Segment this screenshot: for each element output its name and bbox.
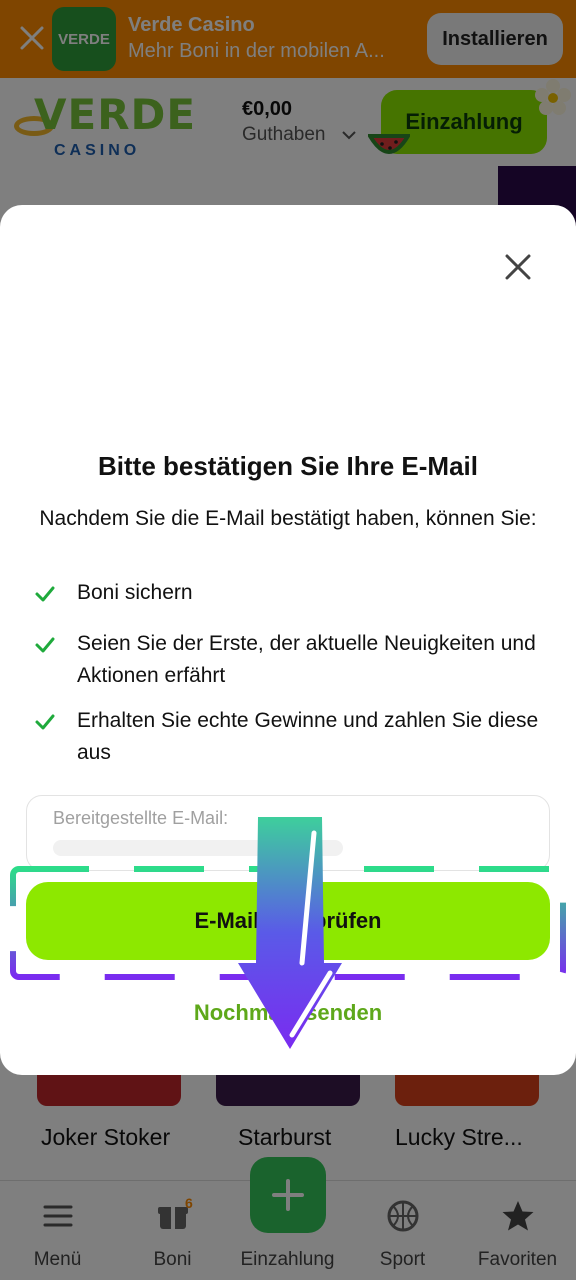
dialog-title: Bitte bestätigen Sie Ihre E-Mail (98, 451, 478, 481)
check-icon (35, 714, 55, 730)
check-icon (35, 637, 55, 653)
dialog-intro: Nachdem Sie die E-Mail bestätigt haben, … (39, 507, 537, 530)
email-verification-dialog: Bitte bestätigen Sie Ihre E-Mail Nachdem… (0, 205, 576, 1075)
close-icon[interactable] (498, 247, 538, 287)
email-field-label: Bereitgestellte E-Mail: (53, 808, 229, 828)
benefit-text: Erhalten Sie echte Gewinne und zahlen Si… (77, 709, 539, 764)
benefit-text: Seien Sie der Erste, der aktuelle Neuigk… (77, 632, 536, 687)
arrow-down-icon (238, 817, 342, 1049)
check-icon (35, 586, 55, 602)
benefit-text: Boni sichern (77, 581, 193, 604)
